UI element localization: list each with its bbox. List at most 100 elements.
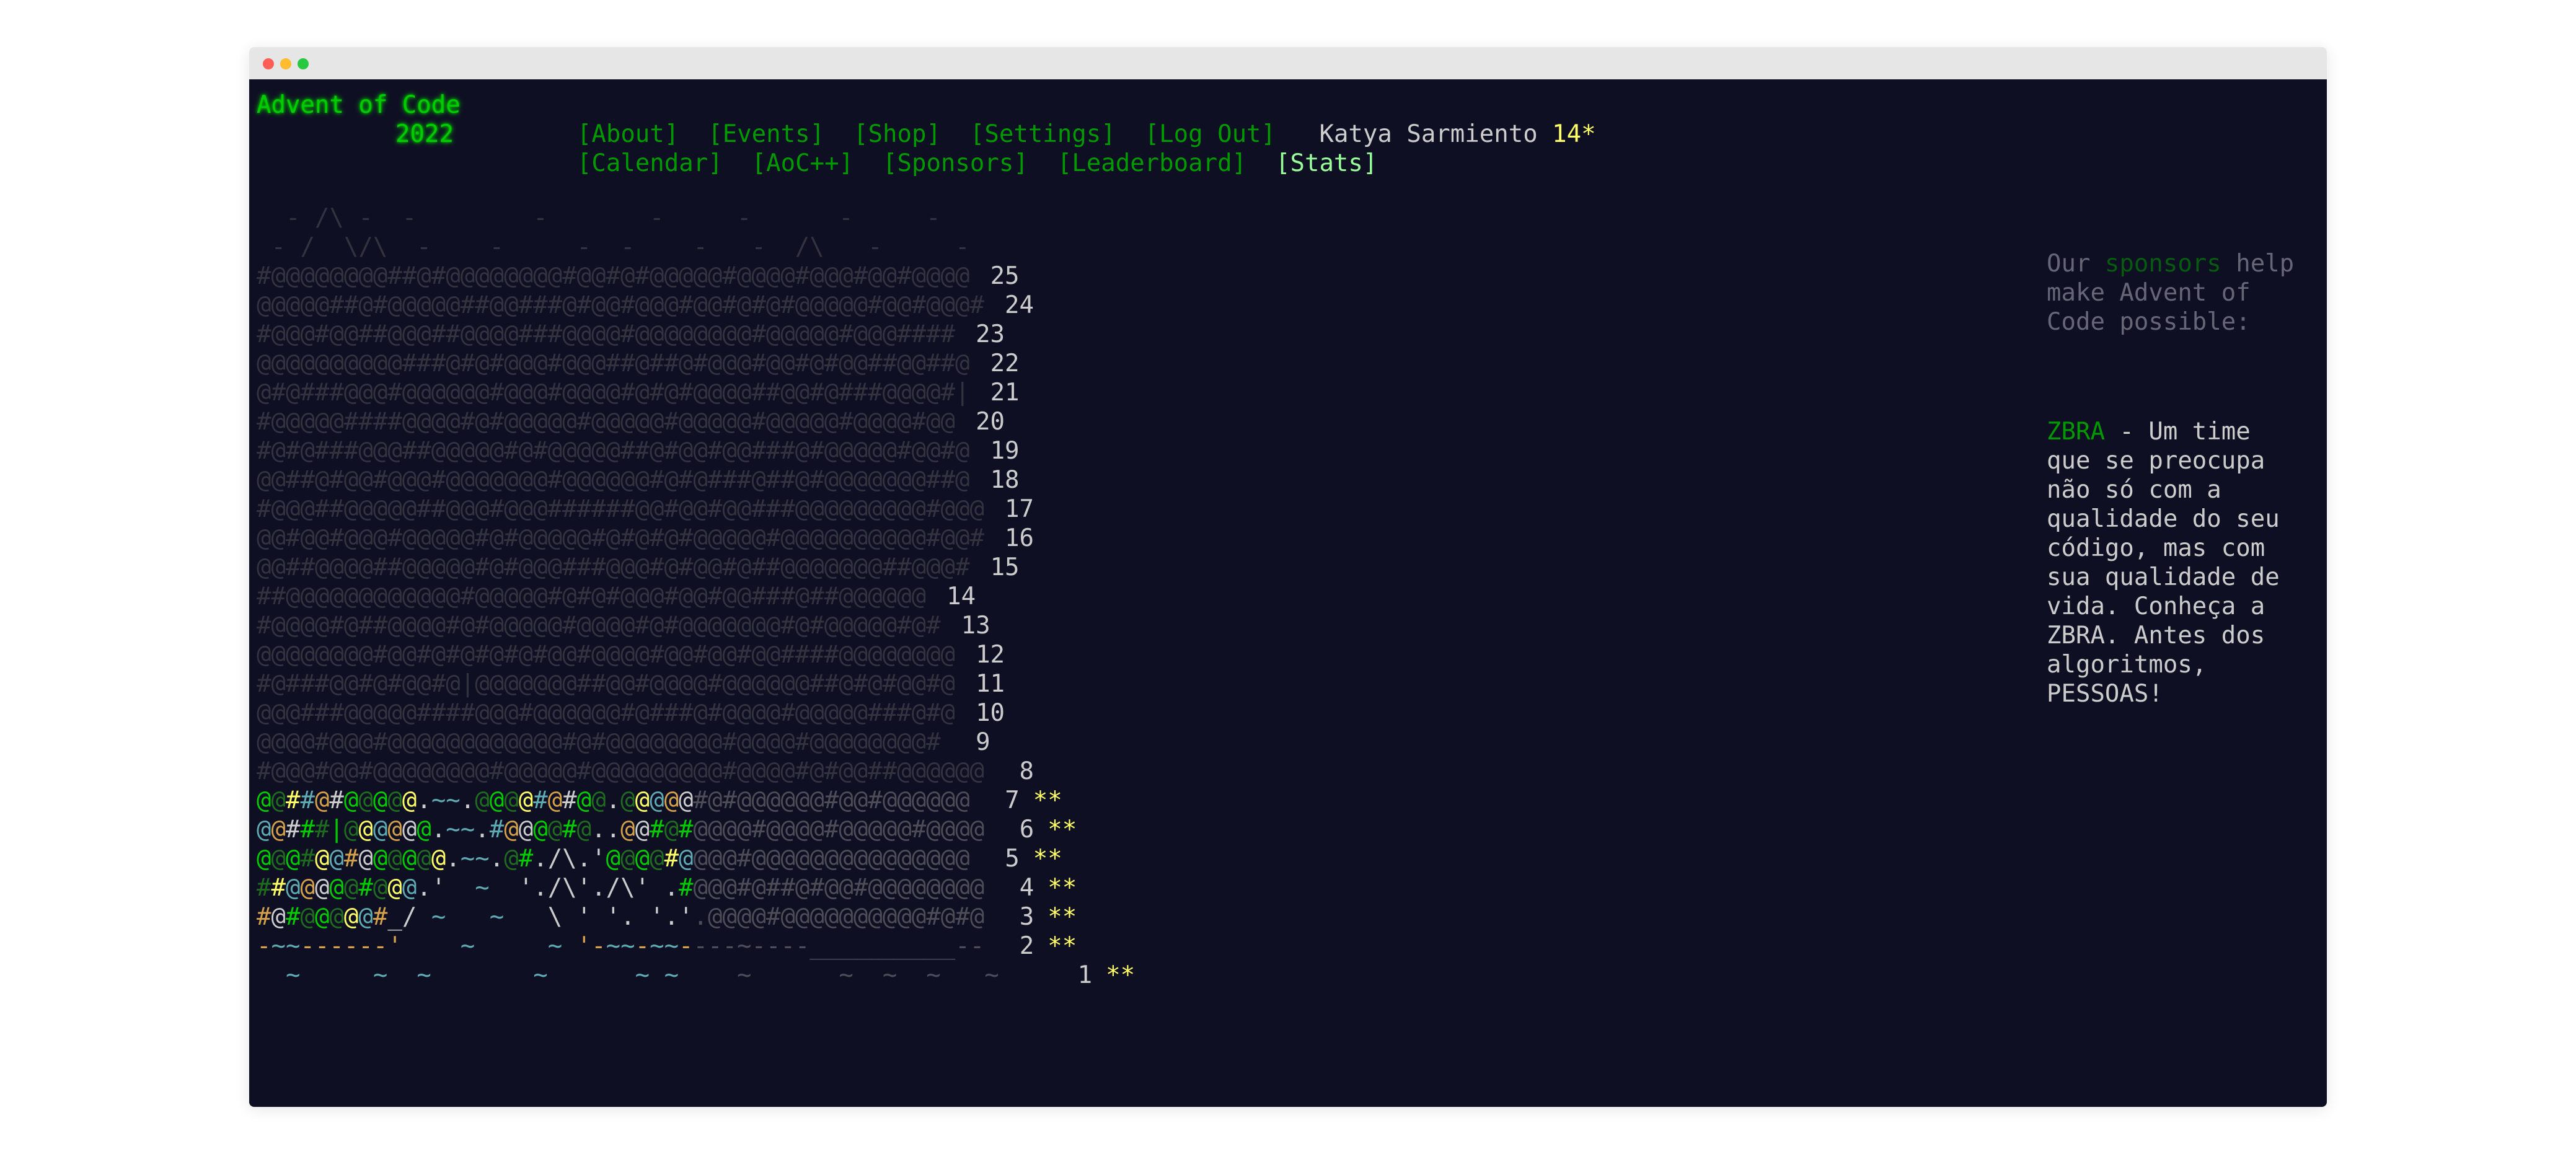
calendar-day-row[interactable]: #@@@##@@@@@##@@@#@@@######@@#@@#@@###@@@… <box>257 495 1135 524</box>
calendar-day-row[interactable]: @@##@#@@@@@.~~.@@@@#@#@@.@@@@@#@#@@@@@@#… <box>257 786 1135 815</box>
calendar-day-number[interactable]: 22 <box>975 349 1020 378</box>
calendar-day-stars: ** <box>1048 874 1077 902</box>
advent-calendar: - /\ - - - - - - - - / \/\ - - - - - - /… <box>257 203 1135 990</box>
calendar-day-number[interactable]: 24 <box>989 291 1034 320</box>
calendar-art: @@@@@##@#@@@@@##@@###@#@@#@@@#@@#@#@#@@@… <box>257 291 984 319</box>
calendar-art: @@@#@@#@@@@@@.~~.@#./\.'@@@@#@@@@#@@@@@@… <box>257 845 970 873</box>
calendar-day-row[interactable]: @@##@@@@##@@@@@#@#@@@###@@@#@#@@#@##@@@@… <box>257 553 1135 582</box>
calendar-art: @@@@#@@@#@@@@@@@@@@@@#@#@@@@@@@@#@@@@#@@… <box>257 728 941 756</box>
star-count: 14* <box>1552 120 1596 148</box>
calendar-day-number[interactable]: 9 <box>946 728 990 757</box>
calendar-day-number[interactable]: 5 <box>975 844 1019 873</box>
calendar-day-row[interactable]: @@###|@@@@@@.~~.#@@@@#@..@@#@#@@@@#@@@@#… <box>257 815 1135 844</box>
calendar-day-number[interactable]: 16 <box>989 524 1034 553</box>
calendar-day-row[interactable]: @@##@#@@#@@@#@@@@@@@#@@@@@@#@#@###@##@#@… <box>257 465 1135 495</box>
calendar-day-number[interactable]: 21 <box>975 378 1020 407</box>
calendar-art: #@@@@#@##@@@@#@#@@@@@#@@@@#@#@@@@@@@#@#@… <box>257 612 941 640</box>
zoom-window-button[interactable] <box>298 58 309 69</box>
calendar-day-stars: ** <box>1033 786 1062 814</box>
calendar-day-number[interactable]: 8 <box>989 757 1034 786</box>
calendar-day-stars: ** <box>1048 903 1077 931</box>
calendar-header-line: - / \/\ - - - - - - /\ - - <box>257 233 970 261</box>
sponsor-text: não só com a <box>2047 476 2221 504</box>
calendar-day-row[interactable]: #@#@@@@@#_/ ~ ~ \ ' '. '.'.@@@@#@@@@@@@@… <box>257 902 1135 932</box>
calendar-day-row[interactable]: @@@@@@@@@@###@#@#@@@#@@@##@##@#@@@#@@#@#… <box>257 349 1135 378</box>
calendar-day-row[interactable]: #@@@#@@#@@@@@@@@#@@@@@#@@@@@@@@@#@@@@#@#… <box>257 757 1135 786</box>
calendar-day-row[interactable]: @@@#@@#@@@@@@.~~.@#./\.'@@@@#@@@@#@@@@@@… <box>257 844 1135 873</box>
calendar-art: ##@@@@@@@@@@@@#@@@@@#@#@#@@@#@@#@@###@##… <box>257 583 927 610</box>
calendar-day-number[interactable]: 20 <box>960 407 1005 436</box>
sponsor-intro-text: Our <box>2047 250 2105 278</box>
nav-aocplus-link[interactable]: [AoC++] <box>752 149 854 177</box>
calendar-day-number[interactable]: 4 <box>989 873 1034 902</box>
calendar-day-row[interactable]: ##@@@@@@@@@@@@#@@@@@#@#@#@@@#@@#@@###@##… <box>257 582 1135 611</box>
calendar-day-number[interactable]: 13 <box>946 611 990 640</box>
minimize-window-button[interactable] <box>280 58 291 69</box>
sponsors-link[interactable]: sponsors <box>2105 250 2221 278</box>
nav-sponsors-link[interactable]: [Sponsors] <box>883 149 1028 177</box>
calendar-day-row[interactable]: #@@@@@####@@@@#@#@@@@@#@@@@@#@@@@@#@@@@@… <box>257 407 1135 436</box>
calendar-art: -~~------' ~ ~ '-~~-~~----~----_________… <box>257 932 985 960</box>
calendar-day-row[interactable]: @@#@@#@@@#@@@@@#@#@@@@@#@#@#@#@@@@@#@@@@… <box>257 524 1135 553</box>
calendar-day-stars: ** <box>1106 961 1136 989</box>
calendar-day-row[interactable]: -~~------' ~ ~ '-~~-~~----~----_________… <box>257 932 1135 961</box>
calendar-day-row[interactable]: ##@@@@@#@@@.' ~ './\'./\' .#@@@#@##@#@@#… <box>257 873 1135 902</box>
calendar-art: @@@###@@@@@####@@@#@@@@@@#@###@#@@@@#@@@… <box>257 699 956 727</box>
calendar-day-number[interactable]: 19 <box>975 436 1020 465</box>
calendar-day-number[interactable]: 7 <box>975 786 1019 815</box>
sponsor-name-link[interactable]: ZBRA <box>2047 418 2105 446</box>
calendar-art: ##@@@@@#@@@.' ~ './\'./\' .#@@@#@##@#@@#… <box>257 874 985 902</box>
calendar-day-number[interactable]: 11 <box>960 669 1005 698</box>
calendar-day-row[interactable]: @@@###@@@@@####@@@#@@@@@@#@###@#@@@@#@@@… <box>257 698 1135 728</box>
sponsor-text: algoritmos, <box>2047 651 2207 679</box>
calendar-day-number[interactable]: 18 <box>975 465 1020 495</box>
calendar-day-row[interactable]: #@#@###@@@##@@@@@#@#@@@@@##@#@@#@@###@#@… <box>257 436 1135 465</box>
calendar-day-row[interactable]: #@###@@#@#@@#@|@@@@@@@##@@#@@@@#@@@@@@##… <box>257 669 1135 698</box>
calendar-day-number[interactable]: 25 <box>975 262 1020 291</box>
calendar-day-row[interactable]: #@@@@#@##@@@@#@#@@@@@#@@@@#@#@@@@@@@#@#@… <box>257 611 1135 640</box>
calendar-day-row[interactable]: @#@###@@@#@@@@@@#@@@#@@@@#@#@#@@@@##@@#@… <box>257 378 1135 407</box>
calendar-art: #@@@##@@@@@##@@@#@@@######@@#@@#@@###@@@… <box>257 495 984 523</box>
nav-row-secondary: [Calendar] [AoC++] [Sponsors] [Leaderboa… <box>490 120 1378 207</box>
site-year-link[interactable]: 2022 <box>395 120 454 149</box>
calendar-art: @@@@@@@@#@@#@#@#@#@#@@#@@@@#@@#@@#@@####… <box>257 641 956 669</box>
nav-stats-link[interactable]: [Stats] <box>1276 149 1377 177</box>
calendar-art: @@@@@@@@@@###@#@#@@@#@@@##@##@#@@@#@@#@#… <box>257 350 970 377</box>
calendar-day-number[interactable]: 1 <box>1048 961 1092 990</box>
sponsor-entry: ZBRA - Um time que se preocupa não só co… <box>2047 417 2280 708</box>
calendar-art: @#@###@@@#@@@@@@#@@@#@@@@#@#@#@@@@##@@#@… <box>257 379 970 407</box>
sponsor-intro-text: make Advent of <box>2047 279 2251 307</box>
nav-leaderboard-link[interactable]: [Leaderboard] <box>1057 149 1246 177</box>
calendar-art: @@##@#@@#@@@#@@@@@@@#@@@@@@#@#@###@##@#@… <box>257 466 970 494</box>
sponsor-text: - Um time <box>2104 418 2251 446</box>
sponsor-text: código, mas com <box>2047 534 2265 562</box>
calendar-day-stars: ** <box>1033 845 1062 873</box>
calendar-day-number[interactable]: 3 <box>989 902 1034 932</box>
calendar-day-row[interactable]: @@@@@##@#@@@@@##@@###@#@@#@@@#@@#@#@#@@@… <box>257 291 1135 320</box>
site-title-link[interactable]: Advent of Code <box>257 90 461 120</box>
calendar-day-number[interactable]: 14 <box>931 582 976 611</box>
sponsor-text: ZBRA. Antes dos <box>2047 622 2265 650</box>
calendar-day-number[interactable]: 2 <box>989 932 1034 961</box>
sponsor-text: vida. Conheça a <box>2047 592 2265 620</box>
calendar-day-number[interactable]: 6 <box>989 815 1034 844</box>
close-window-button[interactable] <box>263 58 274 69</box>
calendar-day-row[interactable]: #@@@#@@##@@@##@@@@###@@@@#@@@@@@@@#@@@@@… <box>257 320 1135 349</box>
calendar-day-number[interactable]: 12 <box>960 640 1005 669</box>
sponsor-text: qualidade do seu <box>2047 505 2280 533</box>
calendar-day-row[interactable]: #@@@@@@@@##@#@@@@@@@@#@@#@#@@@@@#@@@@#@@… <box>257 262 1135 291</box>
calendar-day-number[interactable]: 15 <box>975 553 1020 582</box>
calendar-day-number[interactable]: 10 <box>960 698 1005 728</box>
sponsor-text: sua qualidade de <box>2047 563 2280 591</box>
sponsor-intro-text: Code possible: <box>2047 308 2251 336</box>
calendar-day-row[interactable]: @@@@@@@@#@@#@#@#@#@#@@#@@@@#@@#@@#@@####… <box>257 640 1135 669</box>
calendar-art: #@@@@@####@@@@#@#@@@@@#@@@@@#@@@@@#@@@@@… <box>257 408 956 436</box>
calendar-day-number[interactable]: 17 <box>989 495 1034 524</box>
nav-calendar-link[interactable]: [Calendar] <box>577 149 723 177</box>
calendar-art: #@###@@#@#@@#@|@@@@@@@##@@#@@@@#@@@@@@##… <box>257 670 956 698</box>
calendar-day-number[interactable]: 23 <box>960 320 1005 349</box>
calendar-day-row[interactable]: ~ ~ ~ ~ ~ ~ ~ ~ ~ ~ ~ 1 ** <box>257 961 1135 990</box>
calendar-art: @@##@#@@@@@.~~.@@@@#@#@@.@@@@@#@#@@@@@@#… <box>257 786 970 814</box>
calendar-day-row[interactable]: @@@@#@@@#@@@@@@@@@@@@#@#@@@@@@@@#@@@@#@@… <box>257 728 1135 757</box>
calendar-art: @@#@@#@@@#@@@@@#@#@@@@@#@#@#@#@@@@@#@@@@… <box>257 524 984 552</box>
